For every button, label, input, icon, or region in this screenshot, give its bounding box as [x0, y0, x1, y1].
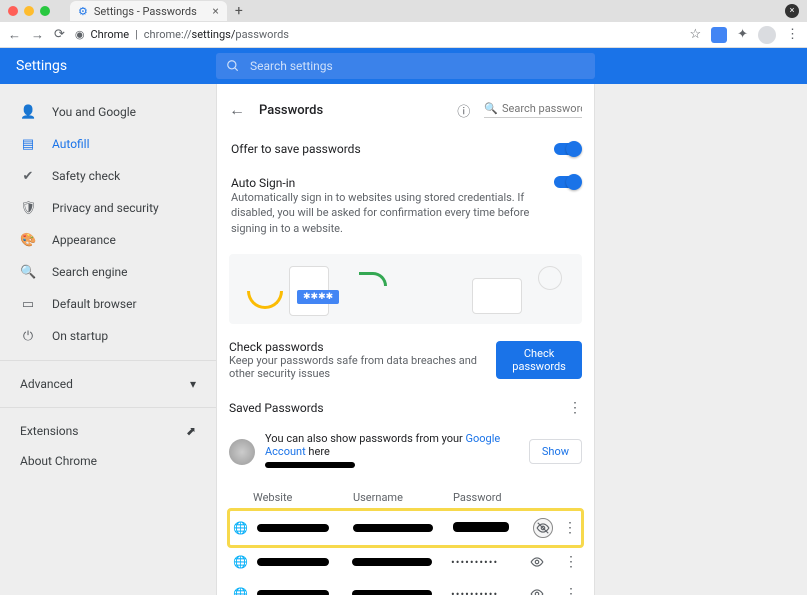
table-header: Website Username Password — [229, 481, 582, 510]
sidebar-about[interactable]: About Chrome — [0, 446, 216, 476]
browser-menu-icon[interactable]: ⋮ — [786, 27, 799, 42]
row-menu-icon[interactable]: ⋮ — [563, 520, 577, 536]
globe-icon: 🌐 — [233, 587, 247, 595]
help-icon[interactable]: ⓘ — [457, 101, 470, 120]
redacted-site — [257, 558, 329, 566]
settings-title: Settings — [0, 58, 216, 74]
autosignin-label: Auto Sign-in — [231, 176, 544, 190]
sidebar-item-safety[interactable]: ✔Safety check — [0, 160, 216, 192]
mac-close[interactable] — [8, 6, 18, 16]
extensions-icon[interactable]: ✦ — [737, 27, 748, 42]
window-close-icon[interactable]: × — [785, 4, 799, 18]
person-icon: 👤 — [20, 105, 36, 120]
forward-icon[interactable]: → — [31, 27, 44, 43]
main-panel: ← Passwords ⓘ 🔍 Offer to save passwords … — [216, 84, 595, 595]
bookmark-icon[interactable]: ☆ — [689, 27, 701, 42]
sidebar-item-privacy[interactable]: 🛡Privacy and security — [0, 192, 216, 224]
autosignin-desc: Automatically sign in to websites using … — [231, 190, 544, 236]
redacted-pw — [453, 522, 509, 532]
password-search[interactable]: 🔍 — [484, 102, 582, 118]
sidebar-advanced[interactable]: Advanced▾ — [0, 369, 216, 399]
tab-close-icon[interactable]: × — [212, 4, 218, 18]
mac-titlebar: ⚙ Settings - Passwords × + × — [0, 0, 807, 22]
redacted-user — [353, 524, 433, 532]
offer-save-label: Offer to save passwords — [231, 142, 361, 156]
globe-icon: 🌐 — [233, 555, 247, 569]
tab-favicon: ⚙ — [78, 5, 88, 18]
globe-icon: 🌐 — [233, 521, 247, 535]
sidebar-item-search[interactable]: 🔍Search engine — [0, 256, 216, 288]
external-link-icon: ⬈ — [186, 424, 196, 438]
password-search-input[interactable] — [502, 102, 582, 115]
password-row[interactable]: 🌐 •••••••••• ⋮ — [229, 578, 582, 595]
tab-title: Settings - Passwords — [94, 5, 197, 18]
sidebar-extensions[interactable]: Extensions⬈ — [0, 416, 216, 446]
address-bar[interactable]: ◉ Chrome | chrome://settings/passwords — [75, 28, 680, 41]
password-row[interactable]: 🌐 •••••••••• ⋮ — [229, 546, 582, 578]
search-icon: 🔍 — [20, 265, 36, 280]
site-info-icon[interactable]: ◉ — [75, 28, 85, 41]
browser-toolbar: ← → ⟳ ◉ Chrome | chrome://settings/passw… — [0, 22, 807, 48]
url-host: Chrome — [91, 28, 130, 41]
url-path: chrome://settings/passwords — [144, 28, 289, 41]
settings-header: Settings — [0, 48, 807, 84]
redacted-user — [352, 590, 432, 595]
safety-icon: ✔ — [20, 169, 36, 184]
mac-minimize[interactable] — [24, 6, 34, 16]
pw-dots: •••••••••• — [451, 588, 498, 595]
startup-icon: ⏻ — [20, 329, 36, 344]
reload-icon[interactable]: ⟳ — [54, 27, 65, 42]
sidebar-item-you-google[interactable]: 👤You and Google — [0, 96, 216, 128]
row-menu-icon[interactable]: ⋮ — [564, 586, 578, 595]
password-row[interactable]: 🌐⋮ — [229, 510, 582, 546]
check-passwords-button[interactable]: Check passwords — [496, 341, 582, 379]
shield-icon: 🛡 — [20, 201, 36, 216]
mac-zoom[interactable] — [40, 6, 50, 16]
row-menu-icon[interactable]: ⋮ — [564, 554, 578, 570]
saved-menu-icon[interactable]: ⋮ — [568, 400, 582, 416]
pw-dots: •••••••••• — [451, 556, 498, 569]
show-button[interactable]: Show — [529, 439, 582, 464]
col-username: Username — [353, 491, 453, 504]
settings-search-input[interactable] — [250, 59, 585, 73]
eye-icon[interactable] — [530, 555, 554, 569]
sidebar: 👤You and Google ▤Autofill ✔Safety check … — [0, 84, 216, 595]
back-icon[interactable]: ← — [8, 27, 21, 43]
redacted-site — [257, 524, 329, 532]
redacted-site — [257, 590, 329, 595]
illus-pw: ✱✱✱✱ — [297, 290, 339, 304]
page-title: Passwords — [259, 103, 443, 118]
eye-icon[interactable] — [530, 587, 554, 595]
new-tab-button[interactable]: + — [235, 3, 243, 19]
sidebar-item-default[interactable]: ▭Default browser — [0, 288, 216, 320]
illustration: ✱✱✱✱ — [229, 254, 582, 324]
sidebar-item-autofill[interactable]: ▤Autofill — [0, 128, 216, 160]
redacted-user — [352, 558, 432, 566]
check-title: Check passwords — [229, 340, 496, 354]
chevron-down-icon: ▾ — [190, 377, 196, 391]
browser-icon: ▭ — [20, 297, 36, 312]
profile-avatar[interactable] — [758, 26, 776, 44]
autosignin-toggle[interactable] — [554, 176, 580, 188]
offer-save-toggle[interactable] — [554, 143, 580, 155]
check-desc: Keep your passwords safe from data breac… — [229, 354, 496, 380]
redacted-email — [265, 462, 355, 468]
appearance-icon: 🎨 — [20, 233, 36, 248]
sidebar-item-startup[interactable]: ⏻On startup — [0, 320, 216, 352]
col-password: Password — [453, 491, 578, 504]
col-website: Website — [253, 491, 353, 504]
search-icon: 🔍 — [484, 102, 498, 115]
back-button[interactable]: ← — [229, 100, 245, 120]
settings-search[interactable] — [216, 53, 595, 79]
google-account-text: You can also show passwords from your Go… — [265, 432, 519, 471]
search-icon — [226, 59, 240, 73]
google-avatar — [229, 439, 255, 465]
autofill-icon: ▤ — [20, 137, 36, 152]
sidebar-item-appearance[interactable]: 🎨Appearance — [0, 224, 216, 256]
extension-icon[interactable] — [711, 27, 727, 43]
browser-tab[interactable]: ⚙ Settings - Passwords × — [70, 1, 227, 21]
eye-off-icon[interactable] — [533, 518, 553, 538]
saved-passwords-title: Saved Passwords — [229, 401, 324, 415]
